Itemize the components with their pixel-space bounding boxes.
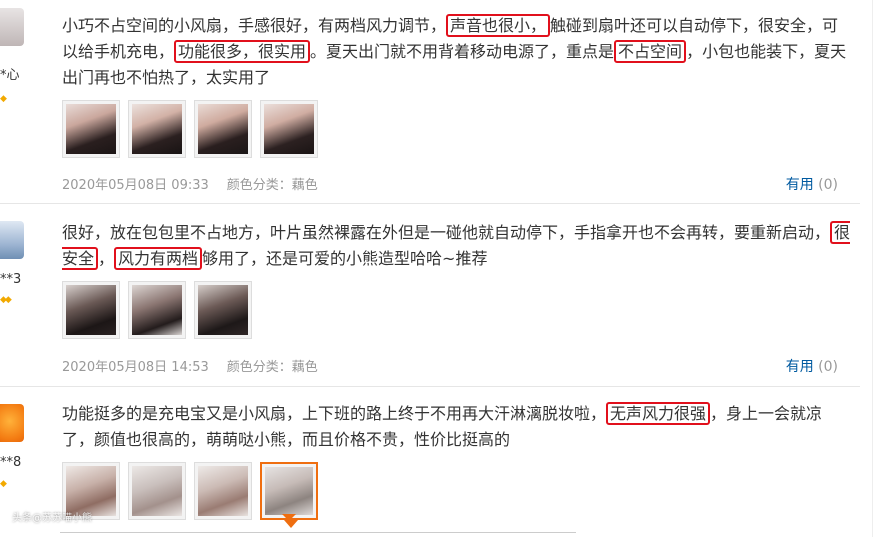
review-photo[interactable] (62, 281, 120, 339)
useful-label: 有用 (785, 177, 814, 193)
selected-pointer-icon (284, 520, 298, 528)
watermark: 头条@苏苏喵小熊 (12, 513, 92, 524)
review-text: 功能挺多的是充电宝又是小风扇，上下班的路上终于不用再大汗淋漓脱妆啦， 无声风力很强… (62, 402, 823, 449)
review-photo[interactable] (260, 100, 318, 158)
user-avatar[interactable] (0, 221, 24, 259)
sku-info: 颜色分类：藕色 (226, 360, 318, 375)
review-photo[interactable] (194, 100, 252, 158)
review-photo[interactable] (194, 281, 252, 339)
review-photos (62, 281, 252, 339)
user-name: **3 (0, 272, 22, 287)
useful-count: (0) (818, 177, 838, 193)
review-meta: 2020年05月08日 14:53 颜色分类：藕色 (62, 356, 318, 375)
vip-diamond-icon: ◆◆ (0, 295, 12, 305)
vip-diamond-icon: ◆ (0, 479, 7, 489)
review-photos (62, 100, 318, 158)
useful-button[interactable]: 有用 (0) (786, 356, 838, 376)
divider (60, 532, 576, 533)
review-photo[interactable] (128, 462, 186, 520)
user-name: *心 (0, 68, 20, 83)
vip-diamond-icon: ◆ (0, 94, 7, 104)
review-list: *心 ◆ 小巧不占空间的小风扇，手感很好，有两档风力调节， 声音也很小， 触碰到扇叶… (0, 0, 873, 537)
review-text: 小巧不占空间的小风扇，手感很好，有两档风力调节， 声音也很小， 触碰到扇叶还可以自动… (62, 14, 847, 87)
review-photo[interactable] (62, 100, 120, 158)
review-photo[interactable] (128, 100, 186, 158)
user-name: **8 (0, 455, 22, 470)
review-text: 很好，放在包包里不占地方，叶片虽然裸露在外但是一碰他就自动停下，手指拿开也不会再… (62, 221, 851, 270)
useful-count: (0) (818, 359, 838, 375)
sku-info: 颜色分类：藕色 (226, 178, 318, 193)
review-date: 2020年05月08日 09:33 (62, 178, 209, 193)
useful-label: 有用 (785, 359, 814, 375)
user-avatar[interactable] (0, 404, 24, 442)
review-meta: 2020年05月08日 09:33 颜色分类：藕色 (62, 174, 318, 193)
highlight-box: 功能很多，很实用 (174, 40, 311, 63)
review-photo[interactable] (194, 462, 252, 520)
review-item: **3 ◆◆ 很好，放在包包里不占地方，叶片虽然裸露在外但是一碰他就自动停下，手… (0, 205, 860, 387)
highlight-box: 不占空间 (614, 40, 687, 63)
review-date: 2020年05月08日 14:53 (62, 360, 209, 375)
review-photos (62, 462, 318, 520)
useful-button[interactable]: 有用 (0) (786, 174, 838, 194)
review-item: *心 ◆ 小巧不占空间的小风扇，手感很好，有两档风力调节， 声音也很小， 触碰到扇叶… (0, 0, 860, 204)
review-photo[interactable] (128, 281, 186, 339)
highlight-box: 风力有两档 (114, 247, 203, 270)
highlight-box: 声音也很小， (446, 14, 551, 37)
review-photo-selected[interactable] (260, 462, 318, 520)
review-item: **8 ◆ 功能挺多的是充电宝又是小风扇，上下班的路上终于不用再大汗淋漓脱妆啦，… (0, 388, 860, 537)
user-avatar[interactable] (0, 8, 24, 46)
highlight-box: 无声风力很强 (606, 402, 711, 425)
